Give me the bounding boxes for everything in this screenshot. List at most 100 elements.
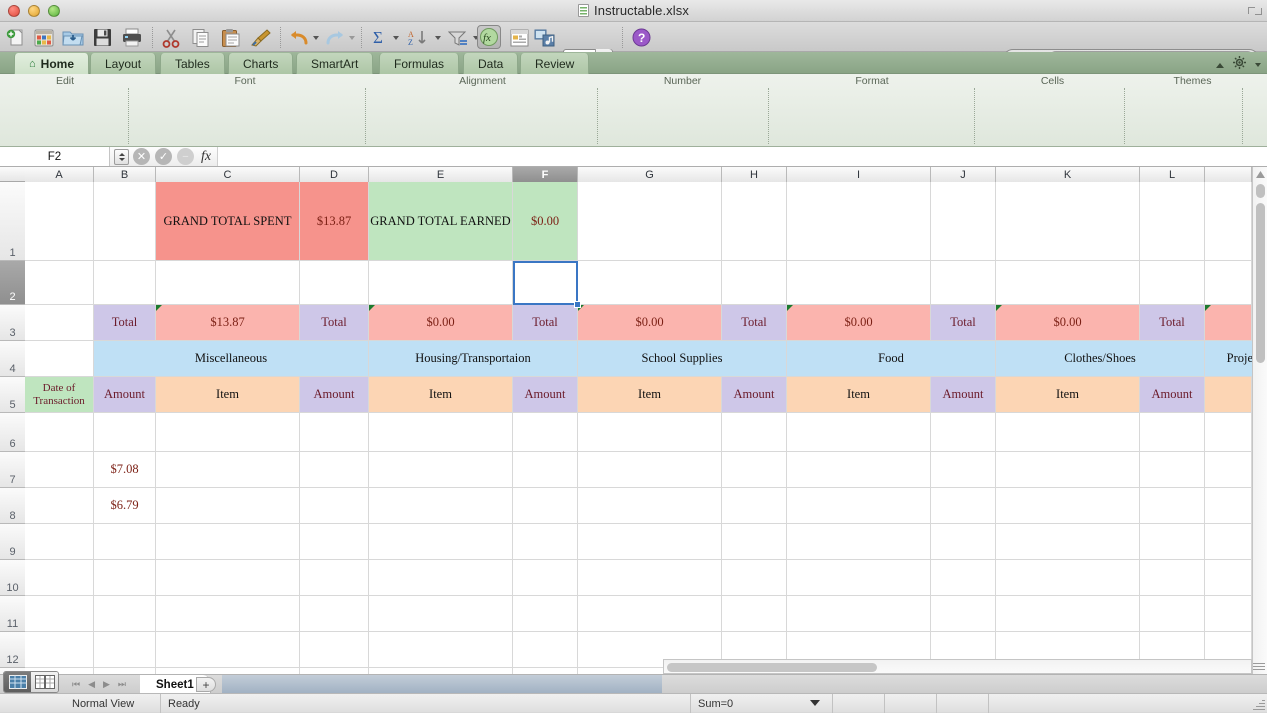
total-value-e3[interactable]: $0.00: [369, 305, 513, 341]
total-label-b3[interactable]: Total: [94, 305, 156, 341]
total-label-d3[interactable]: Total: [300, 305, 369, 341]
category-food[interactable]: Food: [787, 341, 996, 377]
grid-cell[interactable]: [578, 261, 722, 305]
category-housing-transportation[interactable]: Housing/Transportaion: [369, 341, 578, 377]
grid-cell[interactable]: [1140, 596, 1205, 632]
tab-review[interactable]: Review: [520, 53, 589, 74]
column-header-j[interactable]: J: [931, 167, 996, 182]
grid-cell[interactable]: [931, 182, 996, 261]
header-item-i5[interactable]: Item: [787, 377, 931, 413]
category-clothes-shoes[interactable]: Clothes/Shoes: [996, 341, 1205, 377]
grid-cell[interactable]: [156, 596, 300, 632]
grid-cell[interactable]: [156, 524, 300, 560]
formula-builder-toggle-icon[interactable]: −: [177, 148, 194, 165]
save-icon[interactable]: [90, 26, 114, 49]
column-header-i[interactable]: I: [787, 167, 931, 182]
grid-cell[interactable]: [156, 488, 300, 524]
row-header-3[interactable]: 3: [0, 305, 25, 341]
row-header-4[interactable]: 4: [0, 341, 25, 377]
grid-cell[interactable]: [722, 560, 787, 596]
grid-cell[interactable]: [300, 261, 369, 305]
next-sheet-arrow[interactable]: ▶: [103, 679, 110, 690]
fx-icon[interactable]: fx: [201, 149, 211, 165]
grid-cell[interactable]: [369, 261, 513, 305]
scroll-up-arrow[interactable]: [1253, 167, 1267, 182]
grid-cell[interactable]: [25, 341, 94, 377]
grid-cell[interactable]: [996, 524, 1140, 560]
grid-cell[interactable]: [787, 452, 931, 488]
grand-total-earned-value[interactable]: $0.00: [513, 182, 578, 261]
undo-dropdown-arrow[interactable]: [310, 26, 321, 49]
grid-cell[interactable]: [578, 488, 722, 524]
add-sheet-button[interactable]: +: [196, 677, 216, 692]
grid-cell[interactable]: [996, 560, 1140, 596]
horizontal-scroll-thumb[interactable]: [667, 663, 877, 672]
column-header-l[interactable]: L: [1140, 167, 1205, 182]
grid-cell[interactable]: [25, 488, 94, 524]
grid-cell[interactable]: [156, 261, 300, 305]
grid-cell[interactable]: [931, 413, 996, 452]
horizontal-scrollbar[interactable]: [663, 659, 1252, 674]
grid-cell[interactable]: [1205, 261, 1252, 305]
format-painter-icon[interactable]: [248, 26, 274, 49]
grid-cell[interactable]: [1205, 182, 1252, 261]
scroll-split-grip[interactable]: [1253, 659, 1265, 674]
row-header-12[interactable]: 12: [0, 632, 25, 668]
total-label-j3[interactable]: Total: [931, 305, 996, 341]
page-layout-view-button[interactable]: [31, 672, 58, 692]
normal-view-button[interactable]: [4, 672, 31, 692]
ribbon-options-gear-icon[interactable]: [1233, 56, 1246, 74]
grid-cell[interactable]: [300, 632, 369, 668]
new-workbook-icon[interactable]: [4, 26, 28, 49]
row-header-5[interactable]: 5: [0, 377, 25, 413]
cell-area[interactable]: GRAND TOTAL SPENT$13.87GRAND TOTAL EARNE…: [25, 182, 1252, 678]
grid-cell[interactable]: [300, 524, 369, 560]
total-value-g3[interactable]: $0.00: [578, 305, 722, 341]
grid-cell[interactable]: [722, 524, 787, 560]
grid-cell[interactable]: [300, 488, 369, 524]
grid-cell[interactable]: [513, 413, 578, 452]
tab-charts[interactable]: Charts: [228, 53, 293, 74]
total-value-m3[interactable]: [1205, 305, 1252, 341]
grid-cell[interactable]: [94, 182, 156, 261]
grid-cell[interactable]: [1140, 488, 1205, 524]
grid-cell[interactable]: [578, 413, 722, 452]
sort-dropdown-arrow[interactable]: [432, 26, 443, 49]
grid-cell[interactable]: [513, 560, 578, 596]
open-file-icon[interactable]: [60, 26, 86, 49]
grid-cell[interactable]: [156, 632, 300, 668]
toolbox-icon[interactable]: [508, 26, 530, 49]
grid-cell[interactable]: [722, 413, 787, 452]
grid-cell[interactable]: [513, 261, 578, 305]
grid-cell[interactable]: [996, 182, 1140, 261]
grid-cell[interactable]: [996, 488, 1140, 524]
grid-cell[interactable]: [25, 524, 94, 560]
total-label-l3[interactable]: Total: [1140, 305, 1205, 341]
row-header-8[interactable]: 8: [0, 488, 25, 524]
column-header-a[interactable]: A: [25, 167, 94, 182]
media-browser-icon[interactable]: [532, 26, 556, 49]
grid-cell[interactable]: [1140, 261, 1205, 305]
total-label-f3[interactable]: Total: [513, 305, 578, 341]
sort-icon[interactable]: AZ: [406, 26, 430, 49]
name-box[interactable]: F2: [0, 147, 110, 166]
ribbon-options-arrow[interactable]: [1255, 63, 1261, 67]
tab-data[interactable]: Data: [463, 53, 518, 74]
grid-cell[interactable]: [787, 524, 931, 560]
grid-cell[interactable]: [156, 413, 300, 452]
row-header-9[interactable]: 9: [0, 524, 25, 560]
tab-layout[interactable]: Layout: [90, 53, 156, 74]
previous-sheet-arrow[interactable]: ◀: [88, 679, 95, 690]
grid-cell[interactable]: [300, 596, 369, 632]
total-value-k3[interactable]: $0.00: [996, 305, 1140, 341]
print-icon[interactable]: [119, 26, 145, 49]
column-header-b[interactable]: B: [94, 167, 156, 182]
total-label-h3[interactable]: Total: [722, 305, 787, 341]
template-gallery-icon[interactable]: [32, 26, 56, 49]
grid-cell[interactable]: [25, 452, 94, 488]
grid-cell[interactable]: [25, 261, 94, 305]
tab-smartart[interactable]: SmartArt: [296, 53, 373, 74]
grid-cell[interactable]: [787, 488, 931, 524]
column-header-blank[interactable]: [1205, 167, 1252, 182]
grid-cell[interactable]: [369, 413, 513, 452]
